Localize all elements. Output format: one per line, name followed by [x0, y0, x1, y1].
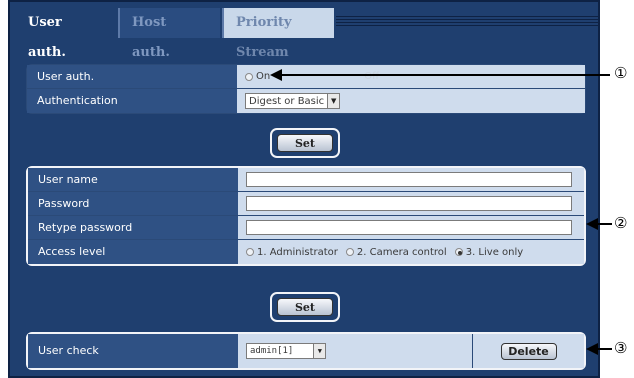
access-administrator-label: 1. Administrator	[257, 246, 338, 258]
user-auth-on-radio[interactable]: On	[245, 71, 270, 82]
user-registration-section: User name Password Retype password Acces…	[26, 166, 586, 266]
authentication-select[interactable]: Digest or Basic ▼	[245, 93, 341, 109]
callout-2: ②	[614, 214, 628, 232]
user-check-section: User check admin[1] ▼ Delete	[26, 332, 586, 370]
authentication-value-cell: Digest or Basic ▼	[237, 89, 585, 113]
user-check-select[interactable]: admin[1] ▼	[246, 343, 327, 359]
user-auth-off-radio[interactable]: Off	[364, 71, 379, 82]
user-auth-on-label: On	[256, 71, 271, 82]
retype-password-cell	[238, 216, 584, 239]
user-check-cell: admin[1] ▼	[238, 334, 472, 368]
callout-2-line	[596, 223, 612, 225]
tab-bar: User auth. Host auth. Priority Stream	[10, 8, 598, 60]
access-camera-control-label: 2. Camera control	[356, 246, 447, 258]
callout-1-line	[280, 74, 610, 76]
set-button-auth[interactable]: Set	[277, 134, 333, 152]
retype-password-input[interactable]	[246, 220, 572, 235]
user-check-row: User check admin[1] ▼ Delete	[28, 334, 584, 368]
set-button-frame: Set	[270, 292, 340, 322]
delete-button[interactable]: Delete	[500, 342, 557, 360]
callout-1: ①	[614, 64, 628, 82]
access-level-options: 1. Administrator 2. Camera control 3. Li…	[238, 240, 584, 264]
password-row: Password	[28, 192, 584, 216]
access-level-row: Access level 1. Administrator 2. Camera …	[28, 240, 584, 264]
radio-circle-icon	[246, 248, 254, 256]
access-level-label: Access level	[28, 240, 238, 264]
retype-password-label: Retype password	[28, 216, 238, 239]
authentication-label: Authentication	[27, 89, 237, 113]
user-name-row: User name	[28, 168, 584, 192]
user-name-cell	[238, 168, 584, 191]
access-live-only-label: 3. Live only	[465, 246, 524, 258]
tab-priority-stream[interactable]: Priority Stream	[222, 8, 334, 60]
access-live-only-radio[interactable]: 3. Live only	[454, 246, 524, 258]
retype-password-row: Retype password	[28, 216, 584, 240]
set-button-frame: Set	[270, 128, 340, 158]
callout-3: ③	[614, 339, 628, 357]
access-administrator-radio[interactable]: 1. Administrator	[246, 247, 338, 258]
radio-selected-icon	[454, 248, 463, 256]
tab-bar-decoration	[336, 16, 598, 28]
password-input[interactable]	[246, 196, 572, 211]
authentication-select-value: Digest or Basic	[249, 95, 325, 107]
user-auth-options: On Off	[237, 65, 585, 88]
user-auth-label: User auth.	[27, 65, 237, 88]
set-button-user[interactable]: Set	[277, 298, 333, 316]
settings-panel: User auth. Host auth. Priority Stream Us…	[8, 0, 600, 378]
user-check-label: User check	[28, 334, 238, 368]
password-cell	[238, 192, 584, 215]
user-name-label: User name	[28, 168, 238, 191]
radio-circle-icon	[345, 248, 354, 256]
user-auth-row: User auth. On Off	[27, 65, 585, 89]
user-auth-section: User auth. On Off Authentication Digest …	[26, 64, 586, 114]
callout-3-line	[596, 348, 612, 350]
delete-cell: Delete	[472, 334, 584, 368]
user-check-select-value: admin[1]	[250, 346, 294, 356]
user-auth-off-label: Off	[364, 71, 379, 82]
authentication-row: Authentication Digest or Basic ▼	[27, 89, 585, 113]
chevron-down-icon: ▼	[313, 344, 326, 358]
chevron-down-icon: ▼	[327, 94, 340, 108]
tab-user-auth[interactable]: User auth.	[16, 8, 116, 60]
password-label: Password	[28, 192, 238, 215]
user-name-input[interactable]	[246, 172, 572, 187]
tab-host-auth[interactable]: Host auth.	[118, 8, 220, 60]
radio-circle-icon	[245, 72, 253, 81]
access-camera-control-radio[interactable]: 2. Camera control	[345, 246, 447, 258]
